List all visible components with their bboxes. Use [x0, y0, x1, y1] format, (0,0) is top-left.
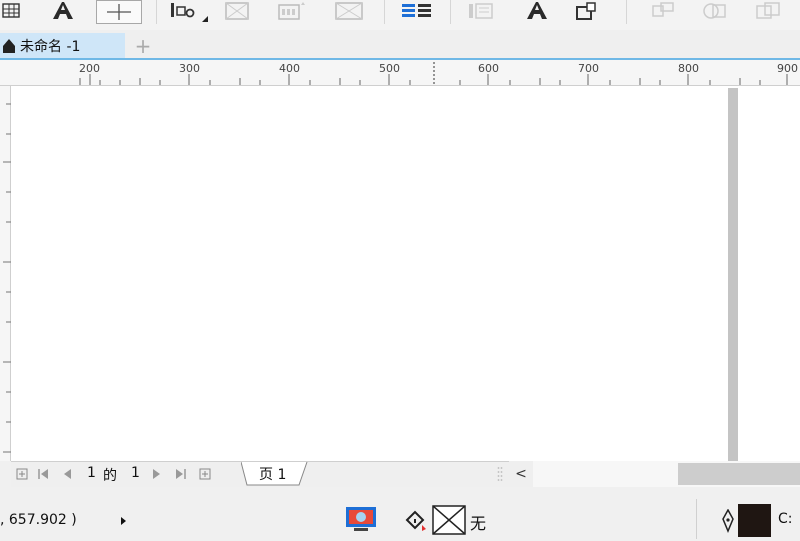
crosshair-tool-button[interactable]	[96, 0, 142, 24]
add-page-after-button[interactable]	[197, 466, 213, 482]
splitter-grip[interactable]	[497, 466, 503, 482]
current-page-number: 1	[87, 465, 96, 481]
align-distribute-button[interactable]	[166, 0, 210, 22]
ruler-label: 500	[379, 62, 400, 75]
align-dropdown-icon	[171, 3, 208, 22]
outline-color-label: C:	[778, 511, 793, 527]
page-border-shadow	[728, 88, 738, 461]
toolbar-separator	[384, 0, 385, 24]
ruler-label: 700	[578, 62, 599, 75]
transform-button[interactable]	[574, 0, 600, 22]
page-of-label: 的	[103, 468, 117, 484]
ruler-label: 900	[777, 62, 798, 75]
toolbar-separator	[156, 0, 157, 24]
horizontal-ruler[interactable]: 200 300 400 500 600 700 800 900	[0, 60, 800, 86]
no-fill-x-icon	[432, 505, 466, 535]
weld-button[interactable]	[650, 0, 678, 22]
color-proof-button[interactable]	[344, 505, 378, 533]
no-fill-swatch[interactable]	[432, 505, 466, 535]
fill-bucket-icon	[405, 510, 426, 531]
table-tool-button[interactable]	[0, 0, 22, 22]
page-tab[interactable]: 页 1	[241, 462, 311, 486]
ruler-label: 400	[279, 62, 300, 75]
image-frame-button[interactable]	[224, 0, 250, 22]
vertical-ruler-ticks	[3, 103, 11, 453]
add-page-icon	[16, 468, 28, 480]
status-separator	[696, 499, 697, 539]
previous-page-icon	[64, 469, 71, 479]
intersect-icon	[756, 2, 780, 19]
frame-text-icon	[469, 3, 493, 19]
page-navigator: 1 的 1 页 1	[11, 461, 509, 487]
text-properties-button[interactable]	[522, 0, 552, 22]
barcode-button[interactable]	[276, 0, 306, 22]
trim-button[interactable]	[700, 0, 730, 22]
previous-page-button[interactable]	[59, 466, 75, 482]
crosshair-icon	[107, 4, 131, 20]
text-a-icon	[53, 2, 73, 19]
horizontal-scrollbar-thumb[interactable]	[678, 463, 800, 485]
last-page-icon	[176, 469, 186, 479]
document-tab[interactable]: 未命名 -1	[0, 33, 125, 58]
status-expand-button[interactable]	[118, 513, 128, 527]
ruler-label: 300	[179, 62, 200, 75]
fill-status-label: 无	[470, 514, 487, 533]
toolbar-separator	[626, 0, 627, 24]
table-icon	[2, 3, 20, 18]
image-frame-icon	[225, 2, 249, 20]
text-columns-button[interactable]	[400, 0, 434, 22]
monitor-color-icon	[346, 507, 376, 531]
transform-icon	[576, 2, 596, 20]
text-properties-icon	[527, 2, 547, 19]
triangle-right-icon	[121, 517, 126, 525]
outline-indicator[interactable]	[720, 508, 736, 533]
text-columns-icon	[402, 4, 431, 17]
trim-icon	[703, 3, 726, 19]
document-tab-bar: 未命名 -1 +	[0, 30, 800, 60]
pen-nib-icon	[722, 508, 734, 533]
intersect-button[interactable]	[754, 0, 784, 22]
main-toolbar	[0, 0, 800, 30]
text-tool-button[interactable]	[48, 0, 78, 22]
outline-color-swatch[interactable]	[738, 504, 771, 537]
weld-icon	[652, 2, 674, 17]
first-page-button[interactable]	[35, 466, 51, 482]
chevron-left-icon: <	[515, 466, 527, 482]
total-pages-number: 1	[131, 465, 140, 481]
scroll-left-button[interactable]: <	[509, 461, 533, 487]
next-page-icon	[153, 469, 160, 479]
fill-indicator[interactable]	[404, 509, 432, 533]
ruler-label: 800	[678, 62, 699, 75]
add-tab-button[interactable]: +	[130, 33, 156, 58]
outline-swatch-fill	[738, 504, 771, 537]
add-page-icon	[199, 468, 211, 480]
first-page-icon	[38, 469, 48, 479]
ruler-label: 200	[79, 62, 100, 75]
frame-text-button[interactable]	[466, 0, 496, 22]
toolbar-separator	[450, 0, 451, 24]
barcode-icon	[278, 2, 305, 20]
cursor-coordinates: , 657.902 )	[0, 512, 77, 528]
status-bar: , 657.902 ) 无 C:	[0, 487, 800, 539]
plus-icon: +	[134, 33, 152, 58]
ruler-label: 600	[478, 62, 499, 75]
document-tab-label: 未命名 -1	[20, 38, 81, 55]
last-page-button[interactable]	[173, 466, 189, 482]
home-icon	[3, 38, 15, 53]
placeholder-image-button[interactable]	[334, 0, 364, 22]
next-page-button[interactable]	[149, 466, 165, 482]
placeholder-image-icon	[335, 2, 363, 20]
add-page-before-button[interactable]	[14, 466, 30, 482]
grip-dots-icon	[497, 467, 503, 481]
vertical-ruler[interactable]	[0, 86, 11, 461]
page-tab-label: 页 1	[259, 467, 287, 483]
drawing-canvas[interactable]	[11, 86, 800, 461]
